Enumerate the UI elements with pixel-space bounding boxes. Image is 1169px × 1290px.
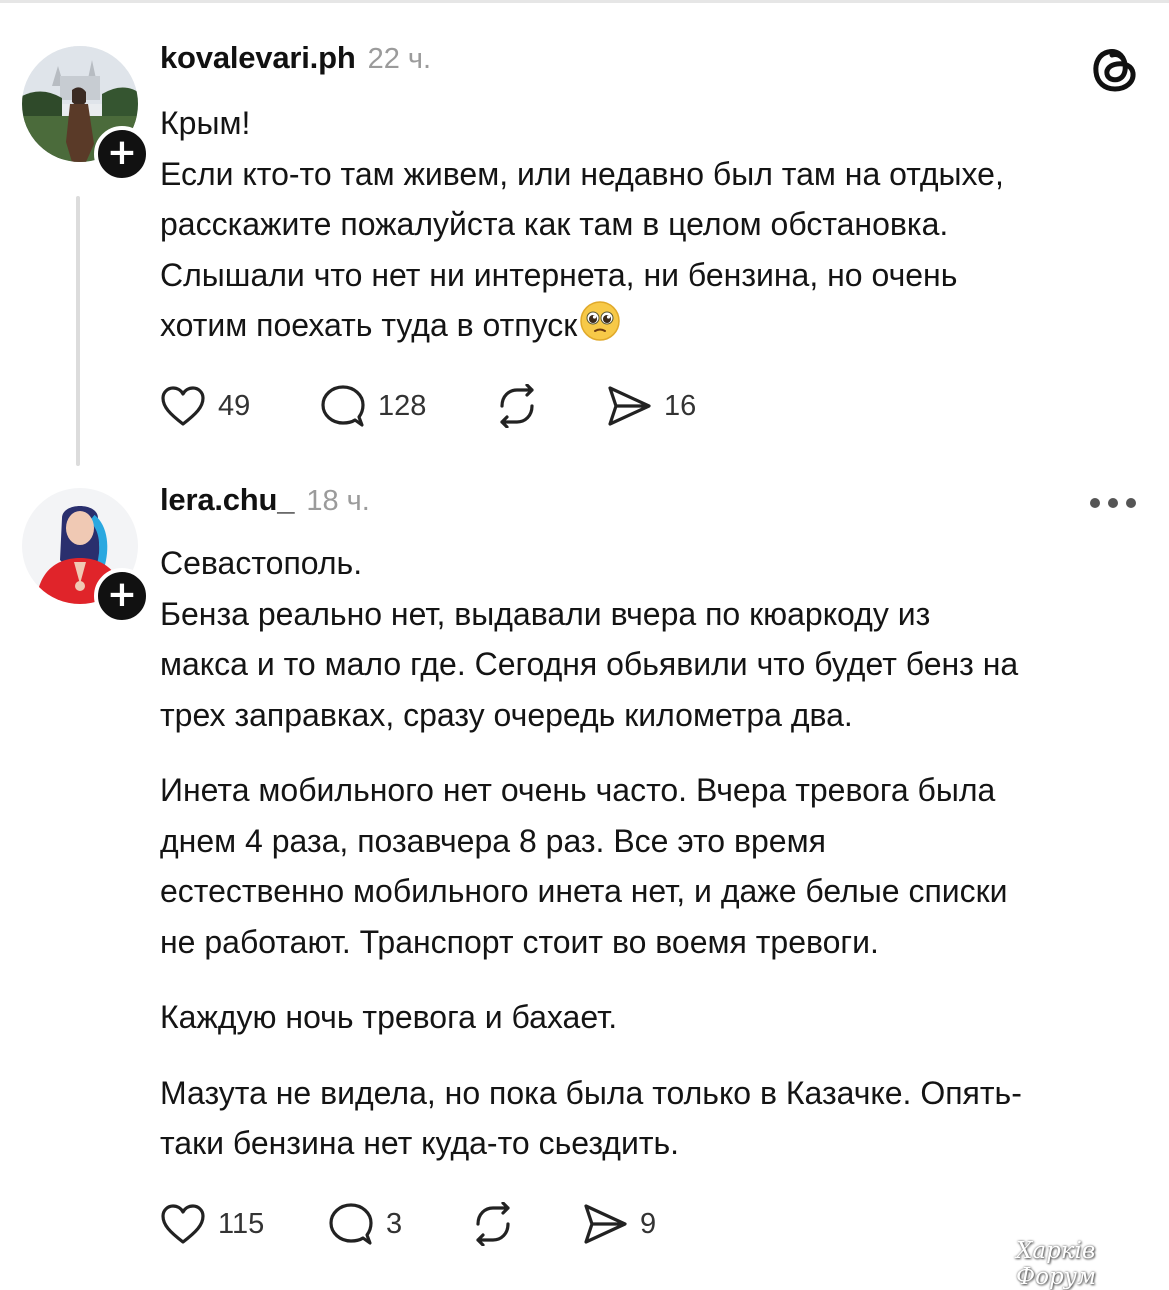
share-button[interactable]: 9 (582, 1200, 656, 1248)
share-count: 9 (640, 1207, 657, 1240)
post-text-line: Каждую ночь тревога и бахает. (160, 999, 618, 1035)
follow-plus-icon[interactable]: + (94, 126, 150, 182)
post-text-line: трех заправках, сразу очередь километра … (160, 696, 853, 733)
send-icon (608, 386, 651, 426)
post-header: kovalevari.ph 22 ч. (160, 40, 431, 76)
reply-count: 3 (386, 1207, 403, 1240)
post-text-line: естественно мобильного инета нет, и даже… (160, 873, 1008, 909)
heart-icon (161, 386, 205, 426)
thread-connector-line (76, 196, 80, 466)
post-text-line-with-emoji: хотим поехать туда в отпуск (160, 300, 1145, 351)
avatar-wrap[interactable]: + (22, 46, 150, 182)
send-icon (584, 1204, 627, 1244)
post-text-line: таки бензина нет куда-то сьездить. (160, 1125, 680, 1161)
post-text-line: Слышали что нет ни интернета, ни бензина… (160, 256, 958, 293)
share-button[interactable]: 16 (606, 382, 696, 430)
username[interactable]: kovalevari.ph (160, 40, 356, 76)
share-count: 16 (664, 389, 697, 422)
post-text-line: макса и то мало где. Сегодня обьявили чт… (160, 646, 1019, 682)
follow-plus-icon[interactable]: + (94, 568, 150, 624)
post-text-line: Мазута не видела, но пока была только в … (160, 1074, 1022, 1111)
post-text-line: днем 4 раза, позавчера 8 раз. Все это вр… (160, 822, 826, 859)
avatar-wrap[interactable]: + (22, 488, 150, 624)
repost-button[interactable] (470, 1200, 516, 1248)
dot (1108, 498, 1118, 508)
username[interactable]: lera.chu_ (160, 482, 295, 518)
like-count: 115 (218, 1207, 265, 1240)
dot (1126, 498, 1136, 508)
comment-bubble-icon (321, 385, 365, 427)
threads-logo-icon[interactable] (1090, 44, 1140, 94)
post-text-line: хотим поехать туда в отпуск (160, 307, 578, 343)
post-text-line: Инета мобильного нет очень часто. Вчера … (160, 772, 996, 808)
heart-icon (161, 1204, 205, 1244)
timestamp: 22 ч. (367, 43, 432, 75)
post-text-line: Севастополь. (160, 545, 363, 581)
more-dots-icon[interactable] (1090, 488, 1136, 518)
reply-count: 128 (378, 389, 427, 422)
pleading-face-emoji-icon (580, 301, 620, 341)
post-text-line: Если кто-то там живем, или недавно был т… (160, 155, 1004, 192)
post-text-line: расскажите пожалуйста как там в целом об… (160, 206, 949, 242)
post-text-line: Крым! (160, 105, 251, 141)
post-body: Крым! Если кто-то там живем, или недавно… (160, 98, 1145, 351)
repost-button[interactable] (494, 382, 540, 430)
dot (1090, 498, 1100, 508)
post-text-line: Бенза реально нет, выдавали вчера по кюа… (160, 595, 931, 632)
post-body: Севастополь. Бенза реально нет, выдавали… (160, 538, 1145, 1169)
repost-icon (476, 1202, 510, 1246)
repost-icon (500, 384, 534, 428)
like-count: 49 (218, 389, 251, 422)
watermark: Харків Форум (1016, 1238, 1097, 1290)
reply-button[interactable]: 128 (320, 382, 426, 430)
like-button[interactable]: 49 (160, 382, 250, 430)
reply-button[interactable]: 3 (328, 1200, 402, 1248)
timestamp: 18 ч. (306, 485, 370, 517)
post-text-line: не работают. Транспорт стоит во воемя тр… (160, 923, 879, 960)
top-divider (0, 0, 1169, 3)
comment-bubble-icon (329, 1203, 373, 1245)
like-button[interactable]: 115 (160, 1200, 264, 1248)
post-header: lera.chu_ 18 ч. (160, 482, 370, 518)
